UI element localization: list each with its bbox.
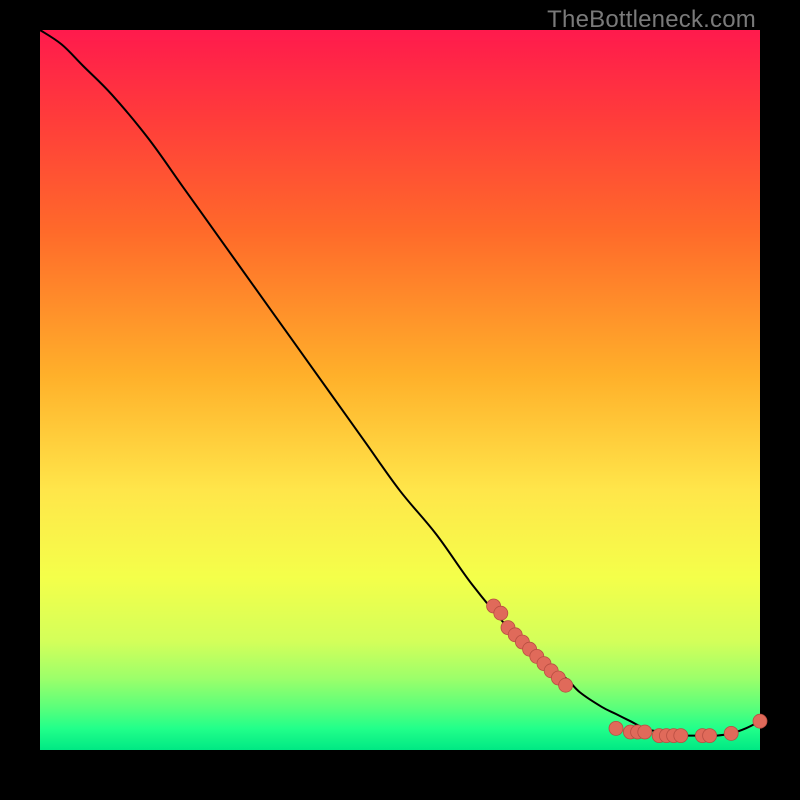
data-marker [638,725,652,739]
data-marker [674,729,688,743]
data-marker [703,729,717,743]
mid-slope-markers [487,599,573,692]
data-marker [559,678,573,692]
data-marker [609,721,623,735]
chart-svg [40,30,760,750]
curve-line [40,30,760,736]
data-marker [724,726,738,740]
plot-area [40,30,760,750]
chart-frame: TheBottleneck.com [0,0,800,800]
data-marker [494,606,508,620]
data-marker [753,714,767,728]
